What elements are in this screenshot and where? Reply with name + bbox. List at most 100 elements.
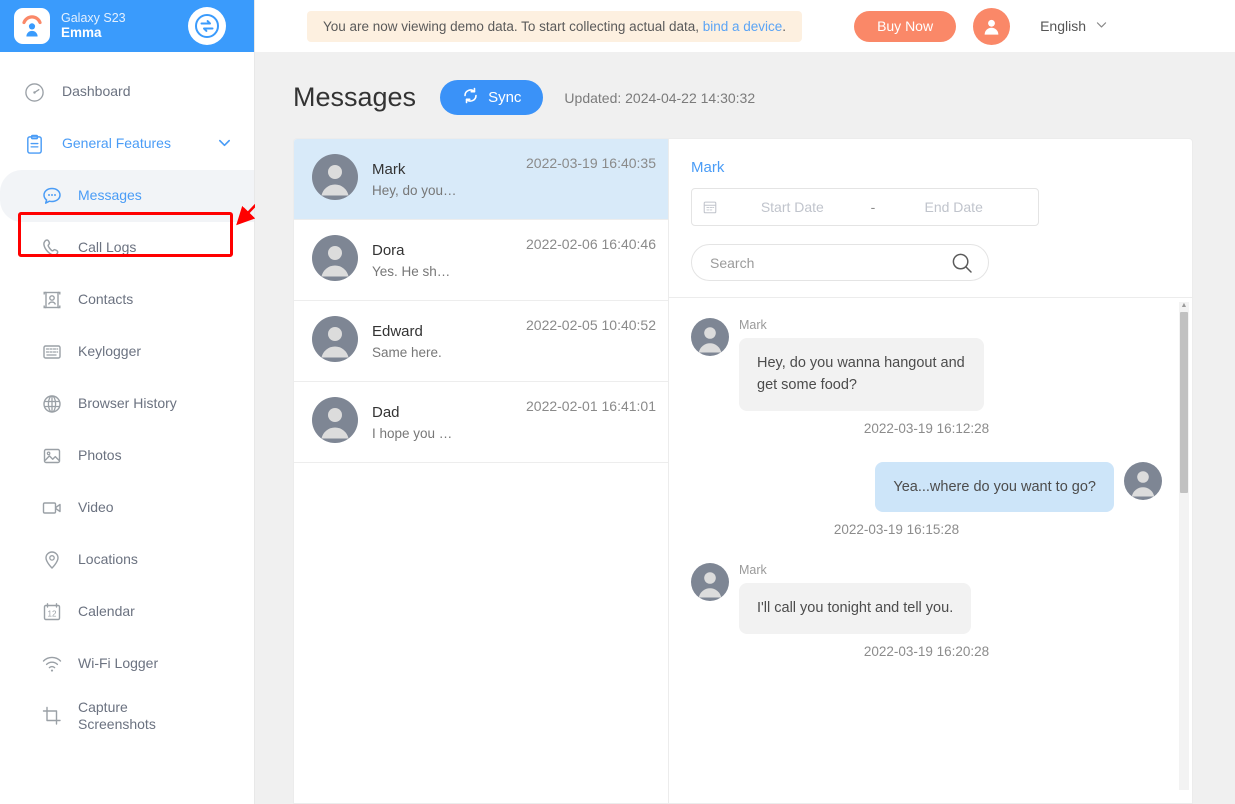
conversation-time: 2022-02-05 10:40:52: [526, 317, 656, 333]
conversation-item[interactable]: Mark Hey, do you… 2022-03-19 16:40:35: [294, 139, 668, 220]
phone-icon: [40, 236, 64, 260]
sidebar-item-label: Contacts: [78, 291, 134, 308]
scrollbar-thumb[interactable]: [1180, 312, 1188, 493]
conversation-preview: Dora Yes. He sh…: [372, 242, 526, 279]
message-column: Mark I'll call you tonight and tell you.: [739, 563, 972, 634]
globe-icon: [40, 392, 64, 416]
sidebar-item-label: Calendar: [78, 603, 135, 620]
conversation-snippet: Hey, do you…: [372, 182, 457, 198]
sidebar-item-keylogger[interactable]: Keylogger: [0, 326, 254, 378]
message-row: Mark I'll call you tonight and tell you.: [691, 563, 1162, 634]
sidebar-item-calendar[interactable]: 12 Calendar: [0, 586, 254, 638]
demo-banner-text-end: .: [782, 18, 787, 34]
language-selector[interactable]: English: [1040, 18, 1108, 34]
sidebar: Galaxy S23 Emma Dashboard General Featur…: [0, 0, 255, 804]
sidebar-item-messages[interactable]: Messages: [0, 170, 254, 222]
sidebar-item-call-logs[interactable]: Call Logs: [0, 222, 254, 274]
sidebar-item-capture-screenshots[interactable]: Capture Screenshots: [0, 690, 254, 742]
sync-button[interactable]: Sync: [440, 80, 544, 115]
thread-scrollbar[interactable]: ▲: [1179, 302, 1189, 790]
chat-panel: Mark Start Date - End Date Search Mark H…: [668, 138, 1193, 804]
message-row: Yea...where do you want to go?: [691, 461, 1162, 513]
avatar: [312, 234, 358, 286]
message-thread: Mark Hey, do you wanna hangout and get s…: [669, 298, 1192, 669]
conversation-name: Dad: [372, 403, 400, 421]
conversation-preview: Dad I hope you …: [372, 404, 526, 441]
dashboard-gauge-icon: [22, 80, 46, 104]
image-icon: [40, 444, 64, 468]
last-updated-text: Updated: 2024-04-22 14:30:32: [564, 89, 756, 106]
sidebar-item-label: Messages: [78, 187, 142, 204]
demo-data-banner: You are now viewing demo data. To start …: [307, 10, 803, 42]
search-box[interactable]: [691, 244, 989, 281]
message-timestamp: 2022-03-19 16:20:28: [863, 643, 990, 659]
page-title: Messages: [293, 82, 417, 112]
conversation-item[interactable]: Dad I hope you … 2022-02-01 16:41:01: [294, 382, 668, 463]
bind-device-link[interactable]: bind a device: [703, 19, 783, 34]
device-model: Galaxy S23: [61, 10, 126, 25]
transfer-swap-icon[interactable]: [188, 7, 226, 45]
conversation-item[interactable]: Edward Same here. 2022-02-05 10:40:52: [294, 301, 668, 382]
chevron-down-icon[interactable]: [217, 135, 232, 153]
conversation-list: Mark Hey, do you… 2022-03-19 16:40:35 Do…: [293, 138, 668, 804]
date-range-dash: -: [870, 199, 876, 215]
conversation-item[interactable]: Dora Yes. He sh… 2022-02-06 16:40:46: [294, 220, 668, 301]
sidebar-item-label: Video: [78, 499, 114, 516]
crop-frame-icon: [40, 704, 64, 728]
chevron-down-icon: [1095, 18, 1108, 34]
message-sender: Mark: [739, 563, 767, 578]
sidebar-item-label: Browser History: [78, 395, 177, 412]
sidebar-item-locations[interactable]: Locations: [0, 534, 254, 586]
device-user: Emma: [61, 25, 102, 41]
location-pin-icon: [40, 548, 64, 572]
date-range-picker[interactable]: Start Date - End Date: [691, 188, 1039, 226]
sidebar-item-browser-history[interactable]: Browser History: [0, 378, 254, 430]
sidebar-item-wifi-logger[interactable]: Wi-Fi Logger: [0, 638, 254, 690]
device-info: Galaxy S23 Emma: [61, 11, 188, 42]
end-date-input[interactable]: End Date: [879, 199, 1028, 215]
messages-panels: Mark Hey, do you… 2022-03-19 16:40:35 Do…: [293, 138, 1193, 804]
device-header: Galaxy S23 Emma: [0, 0, 254, 52]
keyboard-icon: [40, 340, 64, 364]
page-header: Messages Sync Updated: 2024-04-22 14:30:…: [255, 52, 1235, 115]
scroll-up-arrow-icon[interactable]: ▲: [1180, 302, 1188, 309]
avatar: [1124, 461, 1162, 512]
avatar: [691, 563, 729, 633]
message-bubble: Yea...where do you want to go?: [875, 461, 1114, 513]
refresh-sync-icon: [462, 87, 479, 108]
sidebar-item-photos[interactable]: Photos: [0, 430, 254, 482]
conversation-snippet: I hope you …: [372, 425, 453, 441]
top-header: You are now viewing demo data. To start …: [255, 0, 1235, 52]
sidebar-item-label: Locations: [78, 551, 138, 568]
message-column: Yea...where do you want to go?: [875, 461, 1114, 513]
sidebar-item-video[interactable]: Video: [0, 482, 254, 534]
sidebar-group-label: General Features: [62, 135, 171, 152]
message-thread-wrapper: Mark Hey, do you wanna hangout and get s…: [669, 298, 1192, 803]
conversation-name: Mark: [372, 160, 406, 178]
sidebar-group-general-features[interactable]: General Features: [0, 118, 254, 170]
conversation-preview: Edward Same here.: [372, 323, 526, 360]
message-timestamp: 2022-03-19 16:12:28: [863, 420, 990, 436]
avatar: [312, 396, 358, 448]
message-bubble: Hey, do you wanna hangout and get some f…: [739, 338, 984, 411]
sidebar-item-label: Wi-Fi Logger: [78, 655, 159, 672]
contact-card-icon: [40, 288, 64, 312]
message-bubble-icon: [40, 184, 64, 208]
user-avatar-icon[interactable]: [973, 7, 1011, 45]
search-input[interactable]: [710, 254, 950, 271]
sidebar-item-contacts[interactable]: Contacts: [0, 274, 254, 326]
video-camera-icon: [40, 496, 64, 520]
chat-header: Mark Start Date - End Date: [669, 139, 1192, 298]
buy-now-button[interactable]: Buy Now: [854, 10, 957, 42]
sidebar-item-label: Photos: [78, 447, 122, 464]
conversation-snippet: Same here.: [372, 344, 442, 360]
demo-banner-text: You are now viewing demo data. To start …: [323, 18, 703, 34]
conversation-name: Dora: [372, 241, 405, 259]
start-date-input[interactable]: Start Date: [718, 199, 867, 215]
avatar: [691, 318, 729, 411]
app-root: Galaxy S23 Emma Dashboard General Featur…: [0, 0, 1235, 804]
message-bubble: I'll call you tonight and tell you.: [739, 583, 972, 634]
message-timestamp: 2022-03-19 16:15:28: [833, 522, 960, 538]
search-icon[interactable]: [950, 251, 974, 275]
sidebar-item-dashboard[interactable]: Dashboard: [0, 66, 254, 118]
